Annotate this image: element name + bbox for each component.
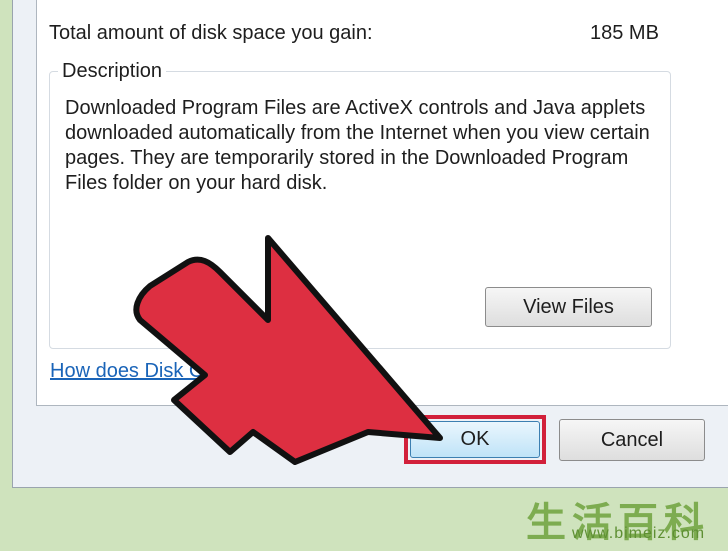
description-text: Downloaded Program Files are ActiveX con… [65,97,650,194]
view-files-button[interactable]: View Files [485,287,652,327]
disk-space-gain-label: Total amount of disk space you gain: [49,22,373,44]
watermark: 生活百科 www.bimeiz.com [520,490,728,551]
cancel-button[interactable]: Cancel [559,419,705,461]
help-link[interactable]: How does Disk Clea [50,360,230,383]
watermark-url: www.bimeiz.com [572,525,706,542]
description-legend: Description [58,60,167,83]
ok-button[interactable]: OK [410,421,540,458]
disk-space-gain-value: 185 MB [590,22,659,44]
